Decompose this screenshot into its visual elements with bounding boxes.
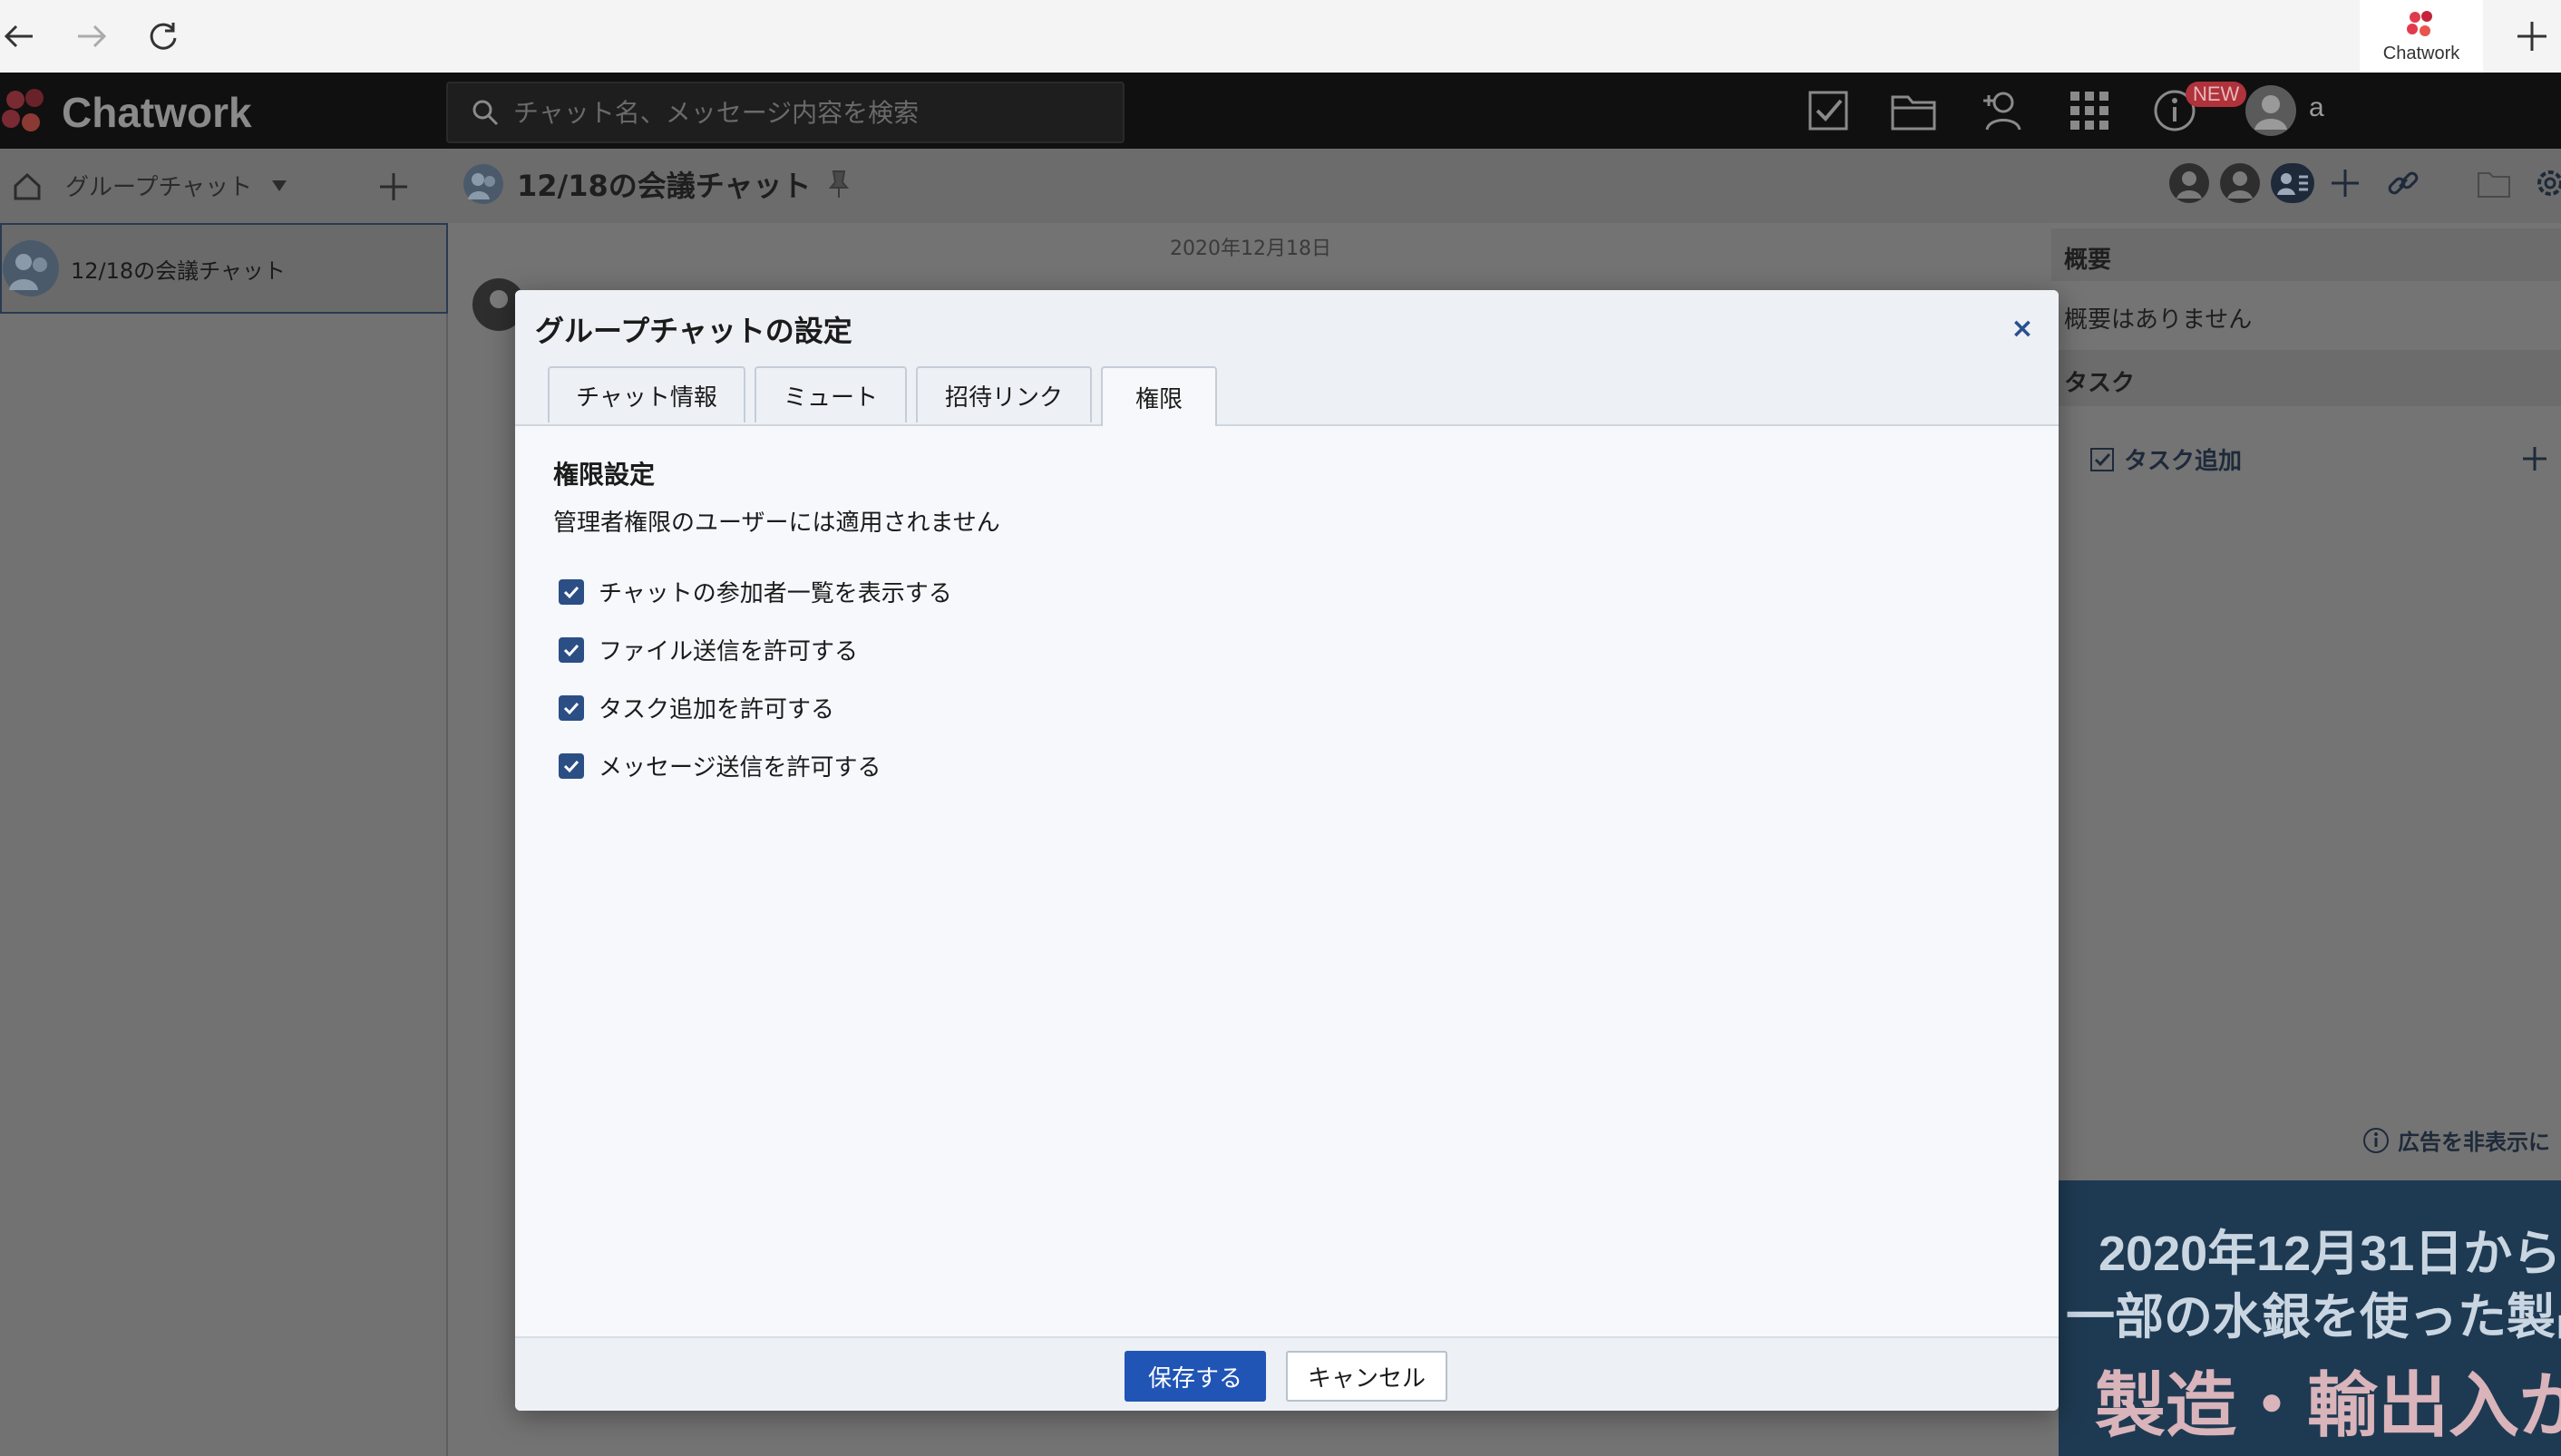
group-chat-dropdown-label: グループチャット [65, 174, 253, 201]
sidebar-room-item[interactable]: 12/18の会議チャット [0, 223, 448, 314]
task-icon[interactable] [1801, 83, 1855, 138]
sidebar-room-name: 12/18の会議チャット [71, 257, 286, 284]
option-label: タスク追加を許可する [599, 696, 835, 723]
back-icon[interactable] [0, 16, 40, 56]
room-files-icon[interactable] [2467, 156, 2521, 210]
add-task-label: タスク追加 [2124, 448, 2243, 475]
option-label: ファイル送信を許可する [599, 638, 859, 665]
task-label: タスク [2064, 370, 2136, 397]
home-icon[interactable] [0, 160, 54, 214]
check-icon [563, 702, 579, 714]
search-box[interactable] [446, 82, 1125, 143]
logo-wordmark: Chatwork [62, 89, 252, 136]
close-icon[interactable]: × [2002, 308, 2042, 348]
chatwork-logo-icon [2407, 10, 2432, 36]
new-tab-icon[interactable] [2512, 16, 2552, 56]
option-allow-file-send[interactable]: ファイル送信を許可する [559, 633, 858, 666]
room-header: 12/18の会議チャット [463, 163, 850, 205]
add-chat-icon[interactable] [366, 160, 421, 214]
overview-header: 概要 [2051, 228, 2561, 281]
checkbox-allow-task-add[interactable] [559, 694, 584, 721]
save-button[interactable]: 保存する [1125, 1351, 1266, 1402]
forward-icon[interactable] [71, 16, 111, 56]
room-settings-gear-icon[interactable] [2523, 156, 2561, 210]
option-allow-message-send[interactable]: メッセージ送信を許可する [559, 749, 881, 782]
new-badge: NEW [2186, 82, 2247, 107]
option-label: チャットの参加者一覧を表示する [599, 580, 952, 607]
search-icon [472, 100, 499, 126]
sidebar [0, 223, 448, 1456]
contact-icon[interactable] [1975, 83, 2030, 138]
extension-label: Chatwork [2382, 43, 2460, 63]
group-avatar-icon [463, 164, 503, 204]
option-label: メッセージ送信を許可する [599, 754, 881, 781]
room-title: 12/18の会議チャット [517, 169, 812, 203]
browser-toolbar: Chatwork [0, 0, 2561, 73]
option-show-members[interactable]: チャットの参加者一覧を表示する [559, 575, 952, 608]
group-chat-settings-dialog: グループチャットの設定 × チャット情報 ミュート 招待リンク 権限 権限設定 … [515, 290, 2059, 1411]
dialog-title: グループチャットの設定 [535, 314, 852, 348]
check-icon [563, 760, 579, 772]
permission-settings-desc: 管理者権限のユーザーには適用されません [553, 510, 1000, 537]
overview-label: 概要 [2064, 247, 2112, 274]
chatwork-extension-tab[interactable]: Chatwork [2360, 0, 2483, 73]
check-icon [563, 644, 579, 656]
link-icon[interactable] [2376, 156, 2430, 210]
group-avatar-icon [3, 240, 59, 296]
group-chat-dropdown[interactable]: グループチャット [65, 169, 288, 202]
info-icon [2363, 1127, 2389, 1153]
permission-settings-title: 権限設定 [553, 460, 656, 490]
chatwork-logo[interactable]: Chatwork [0, 83, 252, 141]
tab-mute[interactable]: ミュート [755, 366, 907, 422]
check-icon [563, 586, 579, 598]
dialog-header: グループチャットの設定 × チャット情報 ミュート 招待リンク 権限 [515, 290, 2059, 426]
hide-ad-link[interactable]: 広告を非表示に [2361, 1124, 2550, 1156]
ad-banner[interactable]: 2020年12月31日から 一部の水銀を使った製品の 製造・輸出入が [2059, 1180, 2561, 1456]
ad-line-2: 一部の水銀を使った製品の [2066, 1290, 2561, 1344]
checkbox-show-members[interactable] [559, 578, 584, 605]
member-avatar-1[interactable] [2162, 156, 2216, 210]
tab-chat-info[interactable]: チャット情報 [548, 366, 745, 422]
tab-invite-link[interactable]: 招待リンク [916, 366, 1092, 422]
date-divider: 2020年12月18日 [1170, 238, 1331, 260]
member-list-icon[interactable] [2265, 156, 2320, 210]
hide-ad-label: 広告を非表示に [2398, 1130, 2550, 1155]
tab-permissions[interactable]: 権限 [1101, 366, 1217, 426]
member-avatar-2[interactable] [2213, 156, 2267, 210]
ad-line-1: 2020年12月31日から [2098, 1227, 2561, 1281]
pin-icon[interactable] [829, 170, 850, 199]
chevron-down-icon [272, 180, 287, 191]
add-task-link[interactable]: タスク追加 [2089, 442, 2242, 476]
option-allow-task-add[interactable]: タスク追加を許可する [559, 691, 834, 724]
add-task-plus-icon[interactable] [2512, 432, 2557, 486]
overview-empty-text: 概要はありません [2064, 306, 2253, 334]
username[interactable]: a [2309, 92, 2324, 123]
cancel-button[interactable]: キャンセル [1286, 1351, 1447, 1402]
task-checkbox-icon [2090, 447, 2114, 471]
reload-icon[interactable] [143, 16, 183, 56]
avatar[interactable] [2244, 83, 2298, 138]
chatwork-logo-icon [2, 89, 44, 131]
ad-line-3: 製造・輸出入が [2095, 1365, 2561, 1445]
checkbox-allow-file-send[interactable] [559, 636, 584, 663]
file-icon[interactable] [1886, 83, 1941, 138]
dialog-footer: 保存する キャンセル [515, 1336, 2059, 1411]
add-member-icon[interactable] [2318, 156, 2372, 210]
app-grid-icon[interactable] [2062, 83, 2117, 138]
checkbox-allow-message-send[interactable] [559, 752, 584, 779]
search-input[interactable] [511, 96, 1095, 129]
task-header: タスク [2051, 350, 2561, 406]
